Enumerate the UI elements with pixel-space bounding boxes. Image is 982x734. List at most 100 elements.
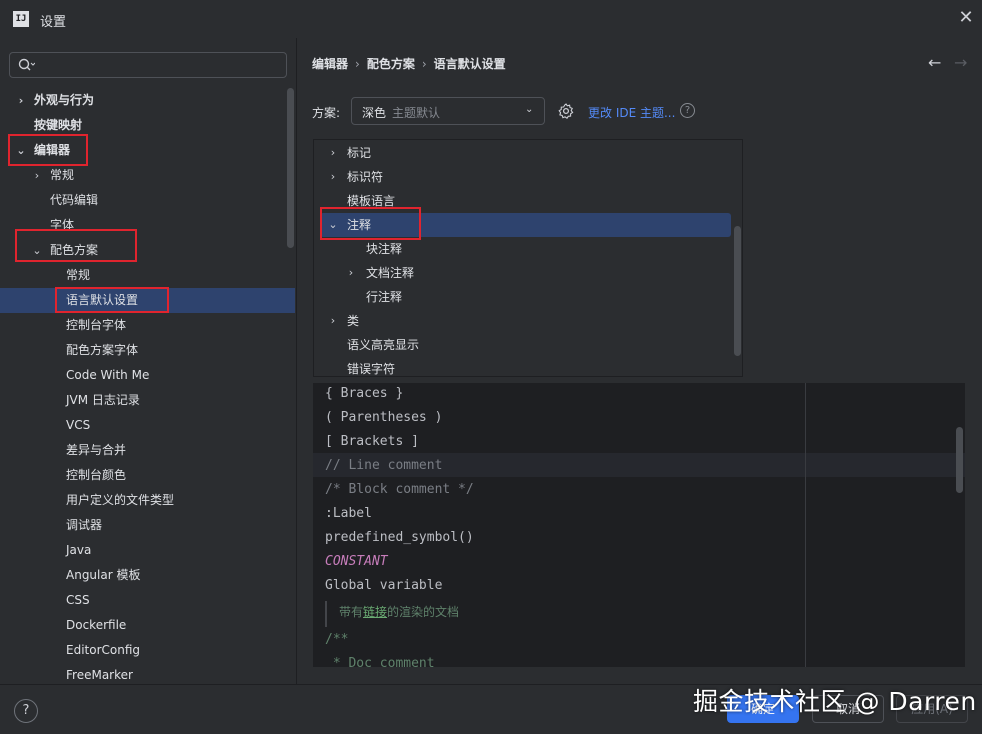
sidebar-item[interactable]: ⌄ 配色方案: [0, 238, 295, 263]
sidebar-item[interactable]: 差异与合并: [0, 438, 295, 463]
sidebar-item-label: Code With Me: [66, 368, 150, 382]
settings-search-input[interactable]: [9, 52, 287, 78]
sidebar-item-label: Angular 模板: [66, 568, 141, 582]
sidebar-item-label: 常规: [50, 168, 75, 182]
sidebar-item-label: 外观与行为: [34, 93, 95, 107]
option-tree-item[interactable]: › 标记: [314, 141, 731, 165]
code-line: :Label: [325, 506, 372, 521]
breadcrumb: 编辑器 › 配色方案 › 语言默认设置: [312, 55, 506, 73]
option-tree-item[interactable]: › 文档注释: [314, 261, 731, 285]
sidebar-item[interactable]: Dockerfile: [0, 613, 295, 638]
sidebar-item[interactable]: 调试器: [0, 513, 295, 538]
sidebar-item[interactable]: 用户定义的文件类型: [0, 488, 295, 513]
back-arrow-icon[interactable]: ←: [928, 55, 944, 71]
option-tree-item[interactable]: 块注释: [314, 237, 731, 261]
scheme-label: 方案:: [312, 106, 341, 120]
help-button[interactable]: ?: [14, 699, 38, 723]
code-line: /* Block comment */: [325, 482, 474, 497]
sidebar-item[interactable]: Java: [0, 538, 295, 563]
code-line: * Doc comment: [325, 656, 435, 667]
sidebar-item[interactable]: EditorConfig: [0, 638, 295, 663]
sidebar-item[interactable]: › 外观与行为: [0, 88, 295, 113]
sidebar-item[interactable]: › 常规: [0, 163, 295, 188]
option-tree-label: 错误字符: [347, 362, 396, 376]
sidebar-item-label: 控制台颜色: [66, 468, 127, 482]
sidebar-item-label: 控制台字体: [66, 318, 127, 332]
breadcrumb-item: 语言默认设置: [433, 57, 506, 71]
sidebar-item[interactable]: CSS: [0, 588, 295, 613]
chevron-down-icon[interactable]: ⌄: [328, 213, 338, 237]
chevron-right-icon[interactable]: ›: [328, 165, 338, 189]
chevron-right-icon[interactable]: ›: [328, 141, 338, 165]
chevron-right-icon[interactable]: ›: [328, 309, 338, 333]
option-tree-item[interactable]: 行注释: [314, 285, 731, 309]
option-tree-item[interactable]: ⌄ 注释: [320, 213, 731, 237]
sidebar-item[interactable]: 语言默认设置: [0, 288, 295, 313]
option-tree-label: 注释: [347, 218, 372, 232]
sidebar-item[interactable]: 常规: [0, 263, 295, 288]
code-line: Global variable: [325, 578, 443, 593]
sidebar-item-label: 按键映射: [34, 118, 83, 132]
sidebar-item-label: VCS: [66, 418, 91, 432]
sidebar-item-label: CSS: [66, 593, 90, 607]
code-line: CONSTANT: [325, 554, 388, 569]
chevron-right-icon[interactable]: ›: [32, 163, 42, 188]
sidebar-item[interactable]: Code With Me: [0, 363, 295, 388]
sidebar-item[interactable]: 配色方案字体: [0, 338, 295, 363]
sidebar-item-label: 用户定义的文件类型: [66, 493, 175, 507]
chevron-down-icon[interactable]: ⌄: [32, 238, 42, 263]
sidebar-item[interactable]: 代码编辑: [0, 188, 295, 213]
breadcrumb-item[interactable]: 编辑器: [312, 55, 348, 72]
app-logo-icon: IJ: [13, 11, 29, 27]
sidebar-item[interactable]: ⌄ 编辑器: [0, 138, 295, 163]
sidebar-item-label: 常规: [66, 268, 91, 282]
chevron-down-icon[interactable]: ⌄: [16, 138, 26, 163]
option-tree-label: 标记: [347, 146, 372, 160]
sidebar-item[interactable]: Angular 模板: [0, 563, 295, 588]
sidebar-item-label: 差异与合并: [66, 443, 127, 457]
left-scrollbar[interactable]: [287, 88, 294, 248]
sidebar-item[interactable]: VCS: [0, 413, 295, 438]
option-tree-item[interactable]: 语义高亮显示: [314, 333, 731, 357]
scheme-value: 深色: [362, 106, 387, 120]
panel-divider[interactable]: [296, 38, 297, 684]
watermark: 掘金技术社区 @ Darren: [693, 687, 977, 716]
help-icon[interactable]: ?: [680, 103, 695, 118]
option-tree-item[interactable]: 模板语言: [314, 189, 731, 213]
chevron-right-icon[interactable]: ›: [346, 261, 356, 285]
rendered-doc-text: 带有链接的渲染的文档: [339, 603, 459, 620]
option-tree-item[interactable]: › 类: [314, 309, 731, 333]
forward-arrow-icon[interactable]: →: [954, 55, 970, 71]
code-line: /**: [325, 632, 349, 647]
sidebar-item[interactable]: 控制台颜色: [0, 463, 295, 488]
doc-prefix: 带有: [339, 605, 364, 619]
scheme-select[interactable]: 深色 主题默认 ⌄: [351, 97, 545, 125]
breadcrumb-separator-icon: ›: [421, 57, 427, 71]
code-line: // Line comment: [325, 458, 443, 473]
preview-scrollbar[interactable]: [956, 427, 963, 493]
change-ide-theme-link[interactable]: 更改 IDE 主题...: [588, 104, 675, 121]
option-tree-item[interactable]: 错误字符: [314, 357, 731, 376]
search-icon: [18, 58, 35, 71]
code-preview[interactable]: 带有链接的渲染的文档 { Braces } ( Parentheses ) [ Br…: [313, 383, 965, 667]
chevron-right-icon[interactable]: ›: [16, 88, 26, 113]
option-tree-label: 块注释: [366, 242, 403, 256]
code-line: { Braces }: [325, 386, 404, 401]
sidebar-item[interactable]: 按键映射: [0, 113, 295, 138]
window-title: 设置: [40, 15, 67, 30]
sidebar-item[interactable]: JVM 日志记录: [0, 388, 295, 413]
code-line: predefined_symbol(): [325, 530, 474, 545]
title-bar: IJ 设置 ✕: [0, 0, 982, 38]
code-line: ( Parentheses ): [325, 410, 443, 425]
option-tree-item[interactable]: › 标识符: [314, 165, 731, 189]
options-scrollbar[interactable]: [734, 226, 741, 356]
close-icon[interactable]: ✕: [957, 8, 975, 28]
doc-link[interactable]: 链接: [363, 605, 387, 619]
color-options-tree: 错误字符 语义高亮显示 › 类行注释 › 文档注释 块注释 ⌄ 注释 模板语言 › 标识符 › 标记: [313, 139, 743, 377]
option-tree-label: 语义高亮显示: [347, 338, 420, 352]
gear-icon[interactable]: [557, 102, 575, 120]
breadcrumb-separator-icon: ›: [355, 57, 360, 71]
sidebar-item[interactable]: 控制台字体: [0, 313, 295, 338]
breadcrumb-item[interactable]: 配色方案: [367, 55, 415, 72]
sidebar-item[interactable]: 字体: [0, 213, 295, 238]
